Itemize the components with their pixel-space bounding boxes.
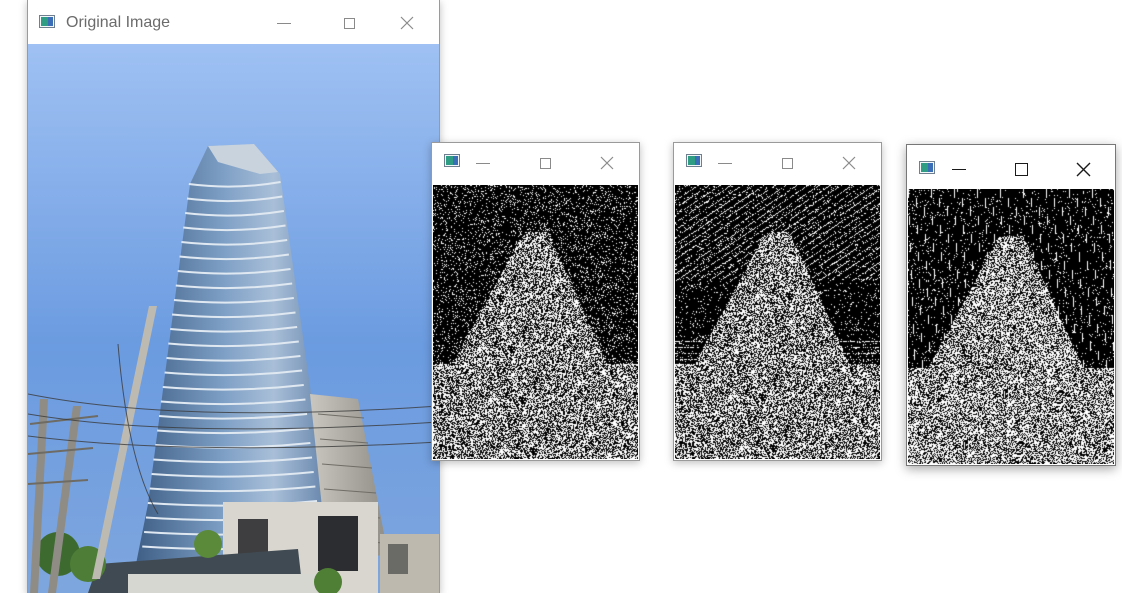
app-window-icon — [919, 161, 935, 174]
edges-window-3[interactable] — [906, 144, 1116, 466]
window-title: Original Image — [66, 14, 171, 31]
maximize-icon — [781, 157, 793, 169]
original-image-canvas — [28, 44, 439, 593]
close-button[interactable] — [1069, 155, 1097, 183]
app-window-icon — [444, 154, 460, 167]
minimize-icon — [952, 168, 966, 170]
edge-image-2 — [675, 185, 880, 459]
close-button[interactable] — [593, 149, 621, 177]
minimize-button[interactable] — [945, 155, 973, 183]
maximize-icon — [539, 157, 551, 169]
minimize-button[interactable] — [270, 9, 298, 37]
minimize-icon — [476, 162, 490, 164]
edge-image-3 — [908, 189, 1114, 464]
app-window-icon — [686, 154, 702, 167]
maximize-button[interactable] — [1007, 155, 1035, 183]
title-bar[interactable]: Original Image — [28, 0, 439, 44]
close-button[interactable] — [835, 149, 863, 177]
minimize-button[interactable] — [711, 149, 739, 177]
minimize-icon — [277, 22, 291, 24]
close-button[interactable] — [393, 9, 421, 37]
title-bar[interactable] — [432, 143, 639, 185]
app-window-icon — [39, 15, 55, 28]
desktop: Original Image — [0, 0, 1122, 593]
close-icon — [600, 156, 614, 170]
building-photo — [28, 44, 439, 593]
close-icon — [400, 16, 414, 30]
title-bar[interactable] — [907, 145, 1115, 189]
edges-window-2[interactable] — [673, 142, 882, 461]
minimize-icon — [718, 162, 732, 164]
close-icon — [842, 156, 856, 170]
edge-image-1 — [433, 185, 638, 459]
maximize-button[interactable] — [531, 149, 559, 177]
minimize-button[interactable] — [469, 149, 497, 177]
maximize-button[interactable] — [335, 9, 363, 37]
edges-window-1[interactable] — [431, 142, 640, 461]
title-bar[interactable] — [674, 143, 881, 185]
maximize-button[interactable] — [773, 149, 801, 177]
close-icon — [1076, 162, 1090, 176]
original-image-window[interactable]: Original Image — [27, 0, 440, 593]
maximize-icon — [343, 17, 355, 29]
maximize-icon — [1014, 162, 1028, 176]
